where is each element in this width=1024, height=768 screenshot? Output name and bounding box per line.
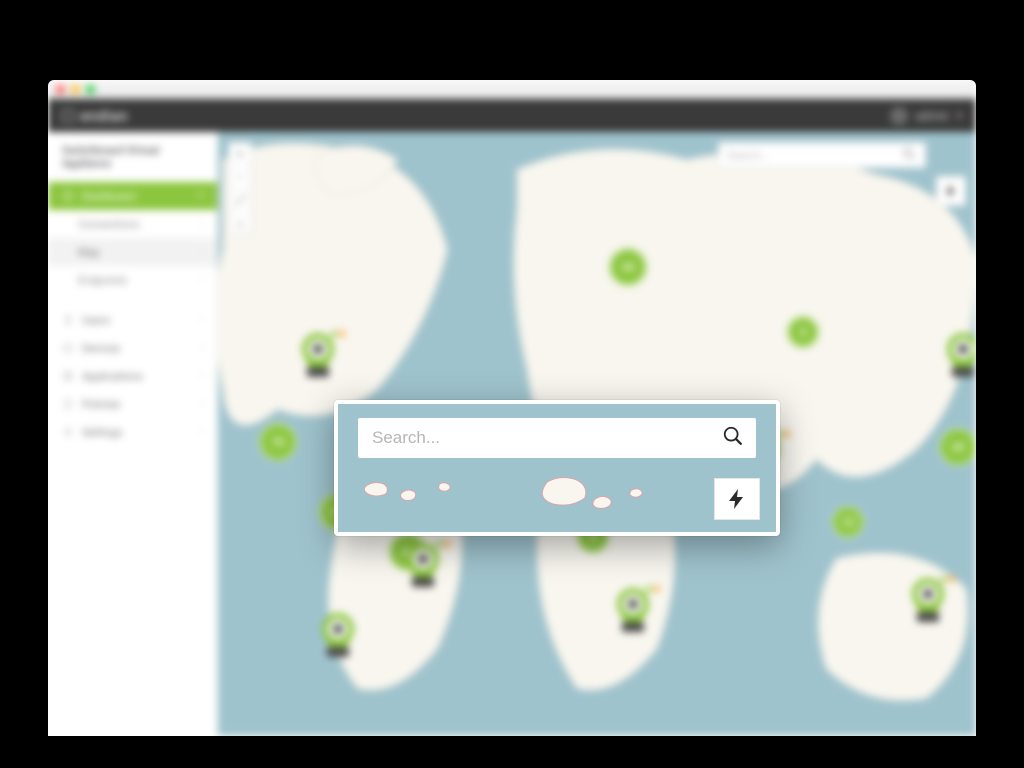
sidebar-item-devices[interactable]: Devices › [48,334,217,362]
search-overlay [334,400,780,536]
bolt-icon [943,183,959,199]
close-dot-icon[interactable] [56,85,65,94]
map-pin[interactable] [911,578,945,622]
bolt-icon [725,487,749,511]
pin-label [622,622,644,632]
search-icon[interactable] [722,425,744,451]
sidebar-item-label: Dashboard [82,190,135,203]
search-overlay-input[interactable] [370,427,722,449]
map-pin[interactable] [321,613,355,657]
sidebar: Switchboard Virtual Appliance Dashboard … [48,132,218,736]
chevron-right-icon: › [200,219,203,229]
sidebar-item-users[interactable]: Users › [48,306,217,334]
user-label: admin [916,109,949,123]
search-icon [901,146,917,165]
app-window: endian admin ▾ Switchboard Virtual Appli… [48,80,976,736]
map-zoom-controls: + − ⤢ ⌂ [228,142,252,235]
brand-label: endian [62,107,128,125]
cluster-marker[interactable]: 45 [609,248,647,286]
search-overlay-row [358,418,756,458]
chevron-right-icon: › [200,247,203,257]
pin-label [327,647,349,657]
map-pin[interactable] [946,333,976,377]
sidebar-item-label: Endpoints [78,274,127,287]
maximize-dot-icon[interactable] [86,85,95,94]
zoom-reset-button[interactable]: ⌂ [229,212,251,234]
chevron-right-icon: › [200,371,203,381]
chevron-right-icon: › [200,399,203,409]
cluster-marker[interactable]: 25 [939,428,976,466]
cluster-marker[interactable]: 12 [832,506,864,538]
app-topbar: endian admin ▾ [48,99,976,133]
grid-icon [62,370,74,382]
sidebar-item-endpoints[interactable]: Endpoints › [48,266,217,294]
map-search-input[interactable]: Search... [718,142,926,168]
sidebar-item-label: Connections [78,218,139,231]
gear-icon [62,426,74,438]
device-title: Switchboard Virtual Appliance [48,140,217,172]
quick-action-overlay-button[interactable] [714,478,760,520]
sidebar-item-connections[interactable]: Connections › [48,210,217,238]
sidebar-item-label: Policies [82,398,120,411]
sidebar-item-applications[interactable]: Applications › [48,362,217,390]
minimize-dot-icon[interactable] [71,85,80,94]
sidebar-item-label: Settings [82,426,122,439]
pin-label [307,367,329,377]
quick-action-button[interactable] [936,176,966,206]
sidebar-item-policies[interactable]: Policies › [48,390,217,418]
zoom-out-button[interactable]: − [229,166,251,189]
pin-label [412,577,434,587]
shield-icon [62,398,74,410]
device-subtitle [48,172,217,182]
cluster-marker[interactable]: 5 [787,316,819,348]
placeholder-text: Search... [727,149,770,162]
device-icon [62,342,74,354]
sidebar-item-label: Map [78,246,100,259]
map-pin[interactable] [616,588,650,632]
user-menu[interactable]: admin ▾ [890,107,962,125]
sidebar-item-label: Devices [82,342,120,355]
chevron-right-icon: ▾ [198,191,203,201]
chevron-down-icon: ▾ [957,111,962,122]
brand-text: endian [80,107,128,125]
zoom-fit-button[interactable]: ⤢ [229,189,251,212]
sidebar-item-label: Users [82,314,110,327]
sidebar-item-map[interactable]: Map › [48,238,217,266]
map-pin[interactable] [406,543,440,587]
sidebar-item-dashboard[interactable]: Dashboard ▾ [48,182,217,210]
sidebar-item-settings[interactable]: Settings › [48,418,217,446]
brand-logo-icon [62,110,74,122]
window-titlebar [48,80,976,99]
user-icon [62,314,74,326]
avatar-icon [890,107,908,125]
pin-label [952,367,974,377]
overlay-map-fragment [348,464,766,524]
map-pin[interactable] [301,333,335,377]
cluster-marker[interactable]: 75 [259,423,297,461]
gauge-icon [62,190,74,202]
chevron-right-icon: › [200,343,203,353]
pin-label [917,612,939,622]
chevron-right-icon: › [200,315,203,325]
chevron-right-icon: › [200,427,203,437]
sidebar-item-label: Applications [82,370,143,383]
zoom-in-button[interactable]: + [229,143,251,166]
chevron-right-icon: › [200,275,203,285]
